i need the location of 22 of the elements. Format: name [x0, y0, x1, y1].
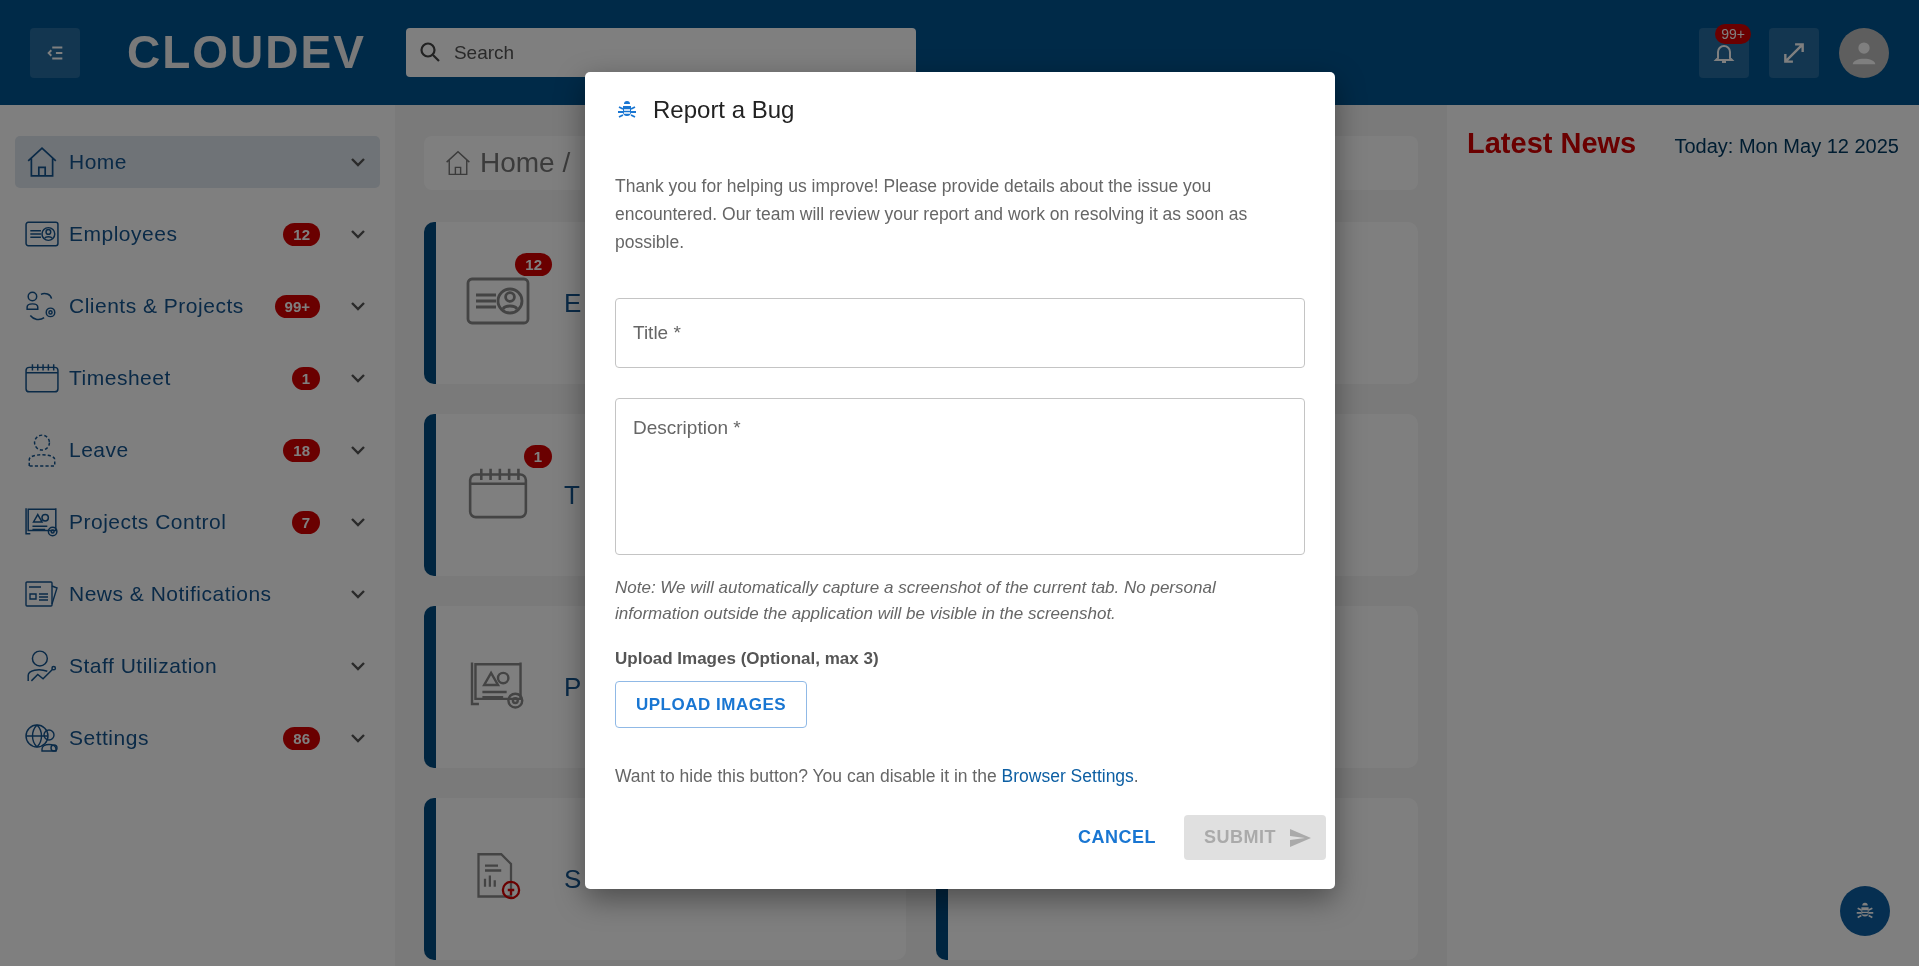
card-title: S [564, 863, 582, 895]
count-badge: 18 [283, 438, 320, 462]
count-badge: 12 [283, 222, 320, 246]
dialog-title: Report a Bug [653, 96, 795, 124]
intro-text: Thank you for helping us improve! Please provide details about the issue you encountered. Our team will review your report and work on resolving it as soon as possible. [615, 175, 1249, 254]
card-title: E [564, 287, 582, 319]
note-text: Note: We will automatically capture a screenshot of the current tab. No personal information outside the application will be visible in the screenshot. [615, 577, 1217, 625]
count-badge: 86 [283, 726, 320, 750]
logo: CLOUDEV [127, 26, 366, 79]
hide-button-text: Want to hide this button? You can disable it in the Browser Settings. [615, 766, 1140, 787]
card-title: P [564, 671, 582, 703]
count-badge: 99+ [274, 294, 320, 318]
news-title: Latest News [1467, 127, 1637, 160]
count-badge: 12 [515, 253, 552, 276]
count-badge: 1 [291, 366, 320, 390]
breadcrumb-text: Home / [480, 147, 571, 179]
upload-label: Upload Images (Optional, max 3) [615, 649, 879, 669]
notification-badge: 99+ [1715, 23, 1751, 44]
count-badge: 7 [291, 510, 320, 534]
count-badge: 1 [523, 445, 552, 468]
card-title: T [564, 479, 580, 511]
date-text: Today: Mon May 12 2025 [1674, 135, 1899, 158]
